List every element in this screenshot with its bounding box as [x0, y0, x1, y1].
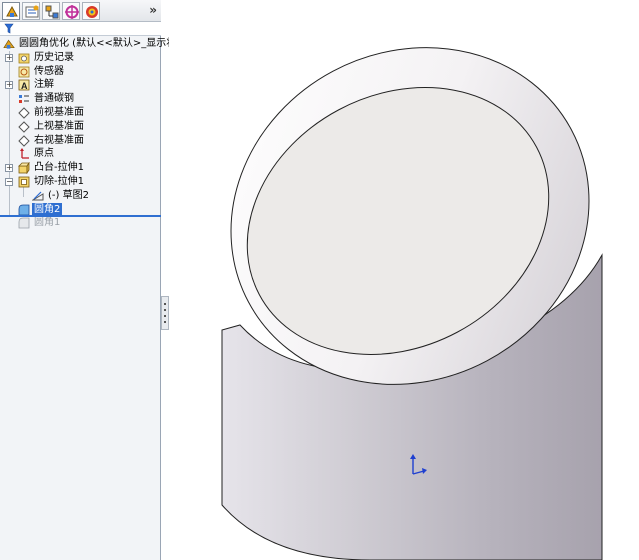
rollback-bar[interactable]	[0, 215, 161, 217]
tree-root-label: 圆圆角优化 (默认<<默认>_显示状	[19, 38, 177, 49]
property-icon	[25, 5, 39, 18]
panel-splitter-handle[interactable]	[161, 296, 169, 330]
history-folder-icon	[18, 53, 30, 64]
part-icon	[3, 39, 15, 49]
more-tabs-button[interactable]: »	[149, 3, 157, 17]
plane-icon	[18, 121, 30, 133]
panel-tab-bar: »	[0, 0, 161, 22]
tree-item-label: 前视基准面	[34, 106, 84, 118]
graphics-viewport[interactable]	[169, 0, 639, 560]
tree-item-label: 上视基准面	[34, 120, 84, 132]
material-icon	[19, 95, 29, 104]
svg-text:A: A	[21, 81, 28, 91]
tree-item-label: 原点	[34, 148, 54, 160]
plane-icon	[18, 134, 30, 147]
part-model[interactable]	[169, 0, 639, 560]
feature-tree: 圆圆角优化 (默认<<默认>_显示状 + 历史记录 传感器 + A 注解 普通碳…	[0, 37, 176, 230]
tab-configuration-manager[interactable]	[42, 2, 60, 20]
tree-item-label: (-) 草图2	[48, 189, 89, 201]
configuration-icon	[45, 5, 59, 19]
tree-item-label: 圆角1	[34, 217, 61, 229]
feature-manager-panel: » 圆圆角优化 (默认<<默认>_显示状 + 历史记录 传感器 + A 注解 普…	[0, 0, 176, 560]
tree-item-boss-extrude[interactable]: + 凸台-拉伸1	[0, 161, 161, 175]
tree-item-right-plane[interactable]: 右视基准面	[0, 134, 161, 148]
collapse-toggle-icon[interactable]: −	[5, 177, 13, 186]
fillet-icon	[18, 204, 30, 215]
tree-item-annotations[interactable]: + A 注解	[0, 78, 161, 92]
tree-item-front-plane[interactable]: 前视基准面	[0, 106, 161, 120]
tree-item-label: 传感器	[34, 65, 64, 77]
feature-tree-icon	[6, 5, 18, 17]
origin-icon	[20, 148, 29, 160]
tree-item-label: 历史记录	[34, 51, 74, 63]
sketch-icon	[32, 191, 44, 201]
tree-item-cut-extrude[interactable]: − 切除-拉伸1	[0, 175, 161, 189]
tree-root[interactable]: 圆圆角优化 (默认<<默认>_显示状	[0, 37, 176, 51]
tree-item-label: 凸台-拉伸1	[34, 162, 84, 174]
sensor-icon	[18, 66, 30, 77]
dimxpert-icon	[65, 5, 79, 19]
tree-item-label: 右视基准面	[34, 134, 84, 146]
tree-filter-bar[interactable]	[0, 22, 161, 36]
boss-extrude-icon	[18, 162, 30, 175]
expand-toggle-icon[interactable]: +	[5, 164, 13, 173]
tree-item-material[interactable]: 普通碳钢	[0, 92, 161, 106]
cut-extrude-icon	[18, 176, 30, 188]
display-manager-icon	[86, 6, 98, 18]
annotation-icon: A	[18, 79, 30, 91]
tree-item-origin[interactable]: 原点	[0, 147, 161, 161]
tab-dimxpert-manager[interactable]	[62, 2, 80, 20]
tree-item-top-plane[interactable]: 上视基准面	[0, 120, 161, 134]
tree-item-history[interactable]: + 历史记录	[0, 51, 161, 65]
plane-icon	[18, 107, 30, 119]
expand-toggle-icon[interactable]: +	[5, 53, 13, 62]
tree-item-sensors[interactable]: 传感器	[0, 65, 161, 79]
tree-item-label: 注解	[34, 79, 54, 91]
tab-feature-manager[interactable]	[2, 2, 20, 20]
expand-toggle-icon[interactable]: +	[5, 81, 13, 90]
tab-property-manager[interactable]	[22, 2, 40, 20]
tab-display-manager[interactable]	[82, 2, 100, 20]
tree-item-label: 普通碳钢	[34, 93, 74, 105]
tree-item-label: 切除-拉伸1	[34, 175, 84, 187]
tree-item-sketch[interactable]: (-) 草图2	[0, 189, 161, 203]
fillet-suppressed-icon	[18, 217, 30, 229]
filter-icon	[4, 23, 14, 34]
tree-item-fillet1[interactable]: 圆角1	[0, 216, 161, 230]
